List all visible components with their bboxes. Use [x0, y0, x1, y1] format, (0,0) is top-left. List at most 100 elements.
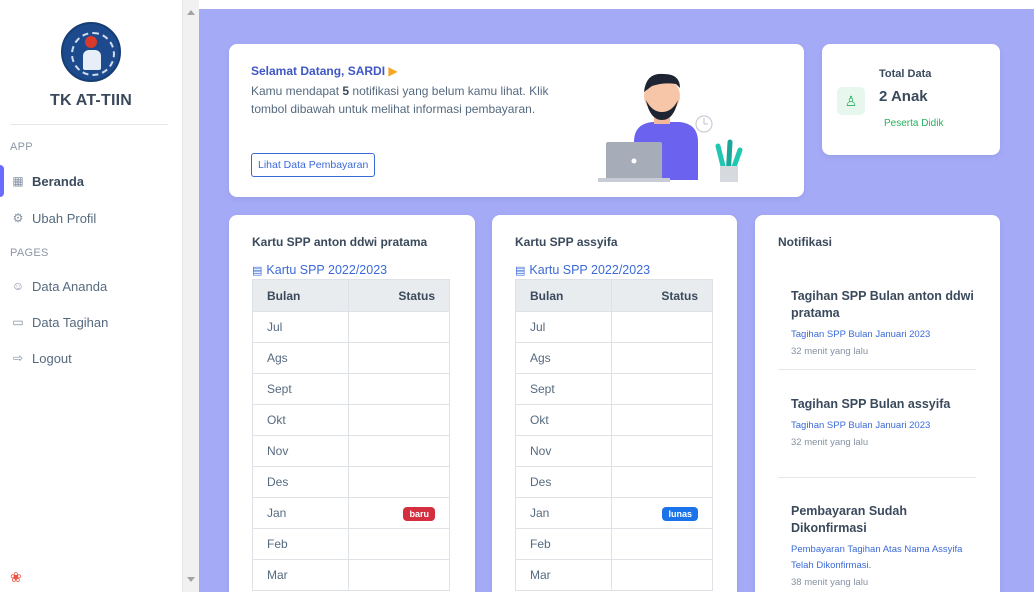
- view-payment-button[interactable]: Lihat Data Pembayaran: [251, 153, 376, 177]
- status-cell: [347, 404, 451, 436]
- sidebar: TK AT-TIIN APP ▦ Beranda ⚙ Ubah Profil P…: [0, 0, 182, 592]
- notification-item-time: 38 menit yang lalu: [791, 577, 869, 588]
- welcome-card: Selamat Datang, SARDI ▶ Kamu mendapat 5 …: [229, 44, 804, 197]
- status-cell: [347, 559, 451, 591]
- active-indicator: [0, 165, 4, 197]
- table-row: Ags: [515, 342, 714, 374]
- table-row: Jul: [515, 311, 714, 343]
- table-row: Ags: [252, 342, 451, 374]
- status-badge: baru: [403, 506, 435, 521]
- month-cell: Jan: [252, 497, 349, 529]
- sidebar-item-data-tagihan[interactable]: ▭ Data Tagihan: [10, 311, 108, 333]
- sidebar-scrollbar[interactable]: [182, 0, 199, 592]
- month-cell: Sept: [252, 373, 349, 405]
- notification-item-desc: Tagihan SPP Bulan Januari 2023: [791, 420, 931, 431]
- notification-item[interactable]: Pembayaran Sudah Dikonfirmasi Pembayaran…: [791, 503, 976, 588]
- users-icon: ☺: [11, 279, 25, 293]
- status-cell: [610, 528, 714, 560]
- notification-item-time: 32 menit yang lalu: [791, 437, 869, 448]
- spp-link-text: Kartu SPP 2022/2023: [266, 263, 388, 277]
- total-data-card: Total Data ♙ 2 Anak Peserta Didik: [822, 44, 1000, 155]
- notification-item-title: Tagihan SPP Bulan assyifa: [791, 397, 951, 411]
- school-logo: [61, 22, 121, 82]
- spp-card-link[interactable]: ▤ Kartu SPP 2022/2023: [252, 263, 387, 277]
- table-row: Okt: [515, 404, 714, 436]
- welcome-title-text: Selamat Datang, SARDI: [251, 64, 386, 78]
- spp-title-name: anton ddwi pratama: [313, 235, 428, 249]
- status-cell: [347, 528, 451, 560]
- spp-card-link[interactable]: ▤ Kartu SPP 2022/2023: [515, 263, 650, 277]
- status-cell: baru: [347, 497, 451, 529]
- status-cell: [347, 342, 451, 374]
- table-row: Feb: [515, 528, 714, 560]
- notification-item-desc: Tagihan SPP Bulan Januari 2023: [791, 329, 931, 340]
- status-cell: [610, 466, 714, 498]
- scroll-up-arrow[interactable]: [187, 10, 195, 15]
- spp-link-text: Kartu SPP 2022/2023: [529, 263, 651, 277]
- column-header-status: Status: [610, 279, 714, 312]
- status-cell: [610, 311, 714, 343]
- table-row: Mar: [252, 559, 451, 591]
- total-title: Total Data: [879, 68, 932, 80]
- table-row: Okt: [252, 404, 451, 436]
- sidebar-item-label: Data Ananda: [32, 278, 108, 294]
- column-header-bulan: Bulan: [252, 279, 349, 312]
- status-cell: [610, 342, 714, 374]
- notification-divider: [778, 369, 976, 370]
- wave-hand-icon: ▶: [388, 64, 398, 78]
- month-cell: Okt: [252, 404, 349, 436]
- main-content: Selamat Datang, SARDI ▶ Kamu mendapat 5 …: [199, 9, 1034, 592]
- table-row: Jan lunas: [515, 497, 714, 529]
- month-cell: Feb: [515, 528, 612, 560]
- table-row: Sept: [252, 373, 451, 405]
- user-icon: ♙: [837, 87, 865, 115]
- status-cell: lunas: [610, 497, 714, 529]
- notification-item-title: Pembayaran Sudah Dikonfirmasi: [791, 504, 908, 535]
- sidebar-item-ubah-profil[interactable]: ⚙ Ubah Profil: [10, 207, 97, 229]
- status-cell: [347, 373, 451, 405]
- notification-card: Notifikasi Tagihan SPP Bulan anton ddwi …: [755, 215, 1000, 592]
- table-row: Jul: [252, 311, 451, 343]
- sidebar-item-data-ananda[interactable]: ☺ Data Ananda: [10, 275, 107, 297]
- spp-card: Kartu SPP assyifa ▤ Kartu SPP 2022/2023 …: [492, 215, 737, 592]
- table-header-row: Bulan Status: [252, 279, 451, 312]
- table-row: Des: [252, 466, 451, 498]
- column-header-status: Status: [347, 279, 451, 312]
- credit-card-icon: ▭: [12, 315, 24, 329]
- spp-title-name: assyifa: [576, 235, 618, 249]
- table-row: Nov: [252, 435, 451, 467]
- month-cell: Ags: [515, 342, 612, 374]
- menu-header-app: APP: [10, 141, 33, 153]
- sidebar-item-label: Logout: [32, 350, 72, 366]
- menu-header-pages: PAGES: [10, 247, 49, 259]
- settings-icon: ⚙: [12, 211, 24, 225]
- status-cell: [610, 559, 714, 591]
- spp-title-prefix: Kartu SPP: [252, 235, 311, 249]
- sidebar-item-logout[interactable]: ⇨ Logout: [10, 347, 72, 369]
- status-cell: [610, 404, 714, 436]
- logout-icon: ⇨: [12, 351, 24, 365]
- status-badge: lunas: [662, 506, 698, 521]
- table-row: Sept: [515, 373, 714, 405]
- table-row: Jan baru: [252, 497, 451, 529]
- file-icon: ▤: [515, 264, 526, 277]
- table-row: Nov: [515, 435, 714, 467]
- month-cell: Okt: [515, 404, 612, 436]
- notification-item-desc: Pembayaran Tagihan Atas Nama Assyifa Tel…: [791, 544, 963, 571]
- table-row: Mar: [515, 559, 714, 591]
- brand-area[interactable]: TK AT-TIIN: [0, 22, 182, 110]
- sidebar-item-beranda[interactable]: ▦ Beranda: [10, 170, 84, 192]
- month-cell: Jul: [515, 311, 612, 343]
- month-cell: Jan: [515, 497, 612, 529]
- sidebar-item-label: Data Tagihan: [32, 314, 109, 330]
- month-cell: Mar: [515, 559, 612, 591]
- scroll-down-arrow[interactable]: [187, 577, 195, 582]
- illustration-man-laptop: [598, 73, 743, 182]
- month-cell: Nov: [252, 435, 349, 467]
- sidebar-divider: [10, 124, 168, 125]
- notification-item[interactable]: Tagihan SPP Bulan assyifa Tagihan SPP Bu…: [791, 396, 976, 448]
- month-cell: Des: [515, 466, 612, 498]
- notification-item[interactable]: Tagihan SPP Bulan anton ddwi pratama Tag…: [791, 288, 976, 357]
- sidebar-item-label: Beranda: [32, 173, 85, 189]
- welcome-description: Kamu mendapat 5 notifikasi yang belum ka…: [251, 82, 571, 118]
